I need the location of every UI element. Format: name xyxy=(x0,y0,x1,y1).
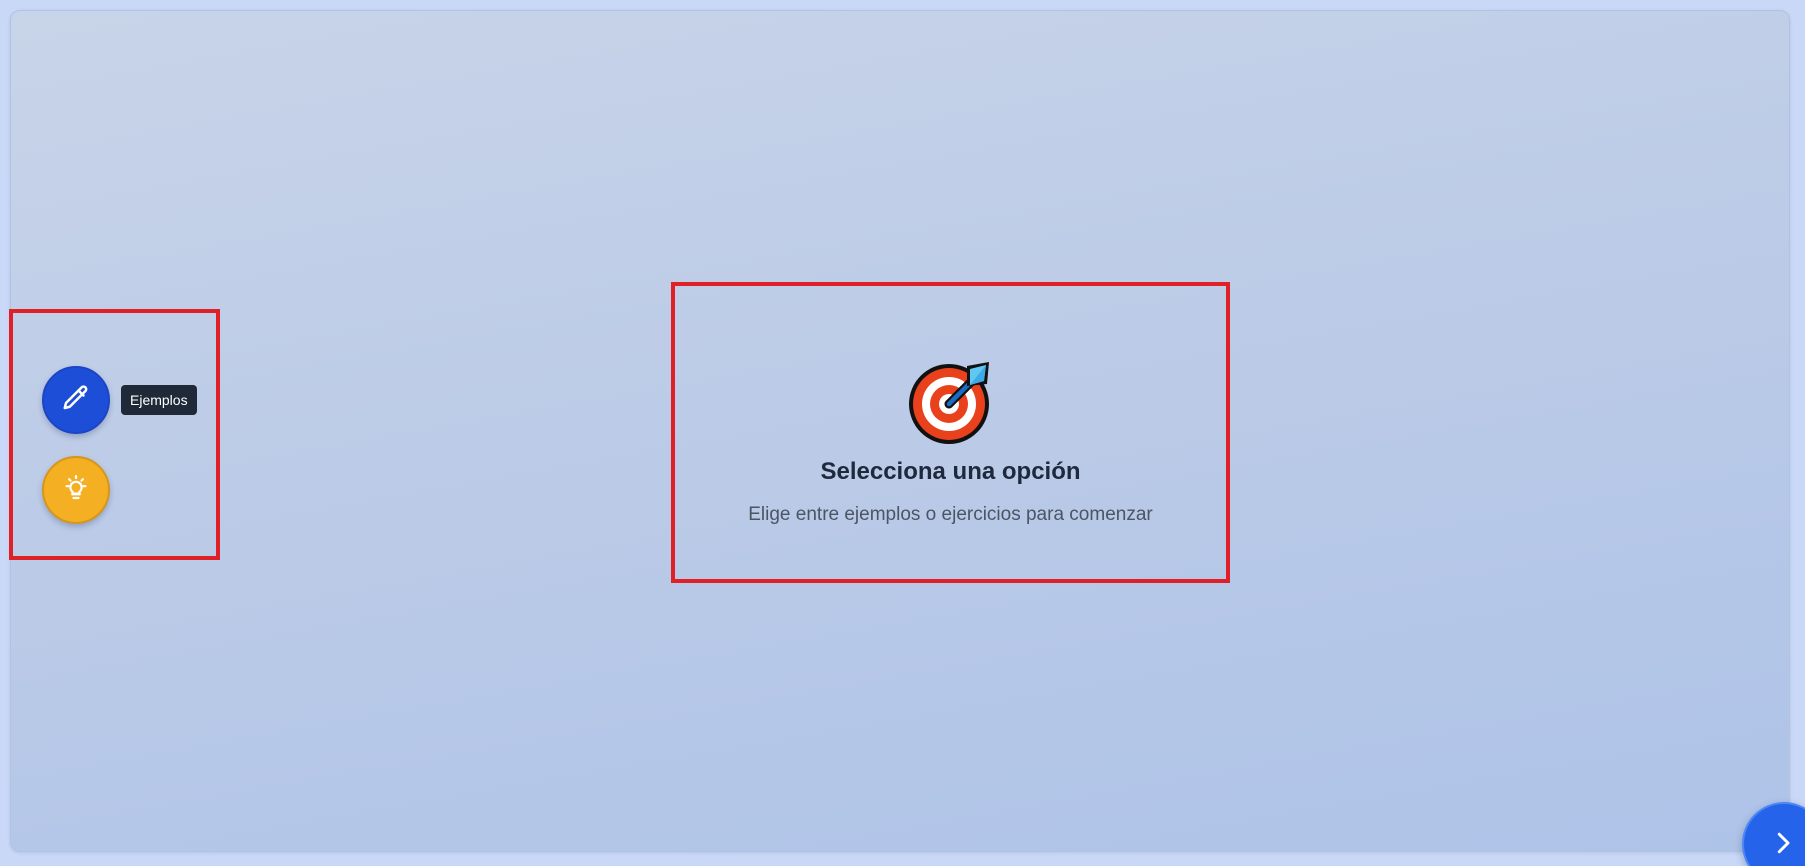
empty-state-title: Selecciona una opción xyxy=(820,458,1081,485)
empty-state: Selecciona una opción Elige entre ejempl… xyxy=(671,282,1230,583)
examples-tooltip: Ejemplos xyxy=(121,385,197,415)
empty-state-subtitle: Elige entre ejemplos o ejercicios para c… xyxy=(748,504,1153,525)
examples-button[interactable] xyxy=(42,366,110,434)
exercises-button[interactable] xyxy=(42,456,110,524)
lightbulb-icon xyxy=(61,473,91,508)
highlight-box-menu xyxy=(9,309,220,560)
pencil-icon xyxy=(61,383,91,418)
target-icon xyxy=(907,358,995,446)
